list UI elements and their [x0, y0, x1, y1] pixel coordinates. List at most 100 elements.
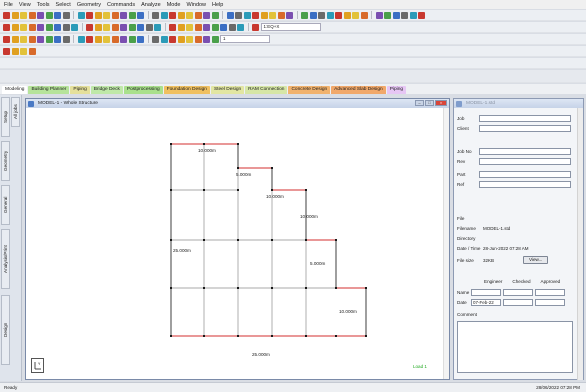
toolbar-tool-icon[interactable]	[71, 23, 78, 31]
toolbar-tool-icon[interactable]	[145, 23, 153, 31]
toolbar-tool-icon[interactable]	[11, 11, 19, 19]
toolbar-tool-icon[interactable]	[94, 11, 102, 19]
toolbar-tool-icon[interactable]	[211, 23, 219, 31]
menu-tools[interactable]: Tools	[37, 2, 50, 8]
tab-foundation-design[interactable]: Foundation Design	[163, 86, 210, 94]
toolbar-tool-icon[interactable]	[62, 35, 70, 43]
toolbar-tool-icon[interactable]	[301, 11, 308, 19]
toolbar-tool-icon[interactable]	[169, 35, 176, 43]
toolbar-tool-icon[interactable]	[343, 11, 351, 19]
toolbar-tool-icon[interactable]	[54, 11, 61, 19]
view-combo[interactable]: 1	[220, 35, 270, 43]
field-input-job[interactable]	[479, 115, 571, 122]
toolbar-tool-icon[interactable]	[45, 23, 53, 31]
tab-building-planner[interactable]: Building Planner	[28, 86, 70, 94]
toolbar-tool-icon[interactable]	[103, 23, 110, 31]
toolbar-tool-icon[interactable]	[62, 23, 70, 31]
toolbar-tool-icon[interactable]	[169, 11, 176, 19]
toolbar-tool-icon[interactable]	[28, 47, 36, 55]
toolbar-tool-icon[interactable]	[335, 11, 342, 19]
toolbar-tool-icon[interactable]	[277, 11, 285, 19]
left-tab-general[interactable]: General	[1, 185, 10, 225]
menu-help[interactable]: Help	[212, 2, 223, 8]
tab-concrete-design[interactable]: Concrete Design	[288, 86, 331, 94]
field-input-job-no[interactable]	[479, 148, 571, 155]
toolbar-tool-icon[interactable]	[375, 11, 383, 19]
menu-select[interactable]: Select	[56, 2, 71, 8]
toolbar-tool-icon[interactable]	[260, 11, 268, 19]
canvas-scrollbar[interactable]	[443, 108, 449, 379]
toolbar-tool-icon[interactable]	[11, 47, 19, 55]
toolbar-tool-icon[interactable]	[103, 11, 110, 19]
structure-view-titlebar[interactable]: MODEL-1 - Whole Structure – □ ×	[26, 99, 449, 108]
toolbar-tool-icon[interactable]	[3, 35, 10, 43]
tab-piping[interactable]: Piping	[70, 86, 90, 94]
tab-ram-connection[interactable]: RAM Connection	[245, 86, 288, 94]
toolbar-tool-icon[interactable]	[160, 11, 168, 19]
toolbar-tool-icon[interactable]	[203, 11, 210, 19]
toolbar-tool-icon[interactable]	[45, 11, 53, 19]
toolbar-tool-icon[interactable]	[128, 35, 136, 43]
toolbar-tool-icon[interactable]	[28, 11, 36, 19]
toolbar-tool-icon[interactable]	[237, 23, 244, 31]
toolbar-tool-icon[interactable]	[318, 11, 325, 19]
toolbar-tool-icon[interactable]	[3, 23, 10, 31]
left-tab-setup[interactable]: Setup	[1, 97, 10, 137]
toolbar-tool-icon[interactable]	[20, 11, 27, 19]
toolbar-tool-icon[interactable]	[28, 23, 36, 31]
toolbar-tool-icon[interactable]	[128, 11, 136, 19]
toolbar-tool-icon[interactable]	[37, 35, 44, 43]
toolbar-tool-icon[interactable]	[120, 35, 127, 43]
left-tab-design[interactable]: Design	[1, 295, 10, 365]
toolbar-tool-icon[interactable]	[211, 35, 219, 43]
toolbar-tool-icon[interactable]	[326, 11, 334, 19]
toolbar-tool-icon[interactable]	[86, 11, 93, 19]
toolbar-tool-icon[interactable]	[177, 23, 185, 31]
toolbar-tool-icon[interactable]	[252, 11, 259, 19]
toolbar-tool-icon[interactable]	[194, 35, 202, 43]
structure-view-window[interactable]: MODEL-1 - Whole Structure – □ × 10.000m …	[25, 98, 450, 380]
tab-steel-design[interactable]: Steel Design	[210, 86, 245, 94]
tab-bridge-deck[interactable]: Bridge Deck	[90, 86, 123, 94]
toolbar-tool-icon[interactable]	[11, 35, 19, 43]
toolbar-tool-icon[interactable]	[77, 11, 85, 19]
tab-advanced-slab-design[interactable]: Advanced Slab Design	[331, 86, 386, 94]
toolbar-tool-icon[interactable]	[211, 11, 219, 19]
toolbar-tool-icon[interactable]	[54, 23, 61, 31]
menu-window[interactable]: Window	[186, 2, 206, 8]
toolbar-tool-icon[interactable]	[111, 11, 119, 19]
toolbar-tool-icon[interactable]	[137, 35, 144, 43]
toolbar-tool-icon[interactable]	[154, 23, 161, 31]
toolbar-tool-icon[interactable]	[286, 11, 293, 19]
toolbar-tool-icon[interactable]	[392, 11, 400, 19]
toolbar-tool-icon[interactable]	[20, 23, 27, 31]
toolbar-tool-icon[interactable]	[94, 35, 102, 43]
toolbar-tool-icon[interactable]	[384, 11, 391, 19]
toolbar-tool-icon[interactable]	[220, 23, 227, 31]
tab-modeling[interactable]: Modeling	[2, 86, 28, 94]
engineer-name-field[interactable]	[471, 289, 501, 296]
checked-date-field[interactable]	[503, 299, 533, 306]
toolbar-tool-icon[interactable]	[137, 11, 144, 19]
toolbar-tool-icon[interactable]	[77, 35, 85, 43]
toolbar-tool-icon[interactable]	[235, 11, 242, 19]
close-button[interactable]: ×	[435, 100, 447, 106]
toolbar-tool-icon[interactable]	[20, 35, 27, 43]
toolbar-tool-icon[interactable]	[360, 11, 368, 19]
toolbar-tool-icon[interactable]	[203, 23, 210, 31]
toolbar-tool-icon[interactable]	[194, 11, 202, 19]
toolbar-tool-icon[interactable]	[37, 11, 44, 19]
toolbar-tool-icon[interactable]	[177, 35, 185, 43]
toolbar-tool-icon[interactable]	[103, 35, 110, 43]
menu-analyze[interactable]: Analyze	[141, 2, 161, 8]
toolbar-tool-icon[interactable]	[226, 11, 234, 19]
approved-name-field[interactable]	[535, 289, 565, 296]
toolbar-tool-icon[interactable]	[11, 23, 19, 31]
toolbar-tool-icon[interactable]	[352, 11, 359, 19]
tab-postprocessing[interactable]: Postprocessing	[123, 86, 163, 94]
menu-view[interactable]: View	[19, 2, 31, 8]
load-case-combo[interactable]: 1:EQ+X	[260, 23, 321, 31]
left-subtab-all-jobs[interactable]: All jobs	[11, 97, 20, 127]
toolbar-tool-icon[interactable]	[194, 23, 202, 31]
toolbar-tool-icon[interactable]	[128, 23, 136, 31]
